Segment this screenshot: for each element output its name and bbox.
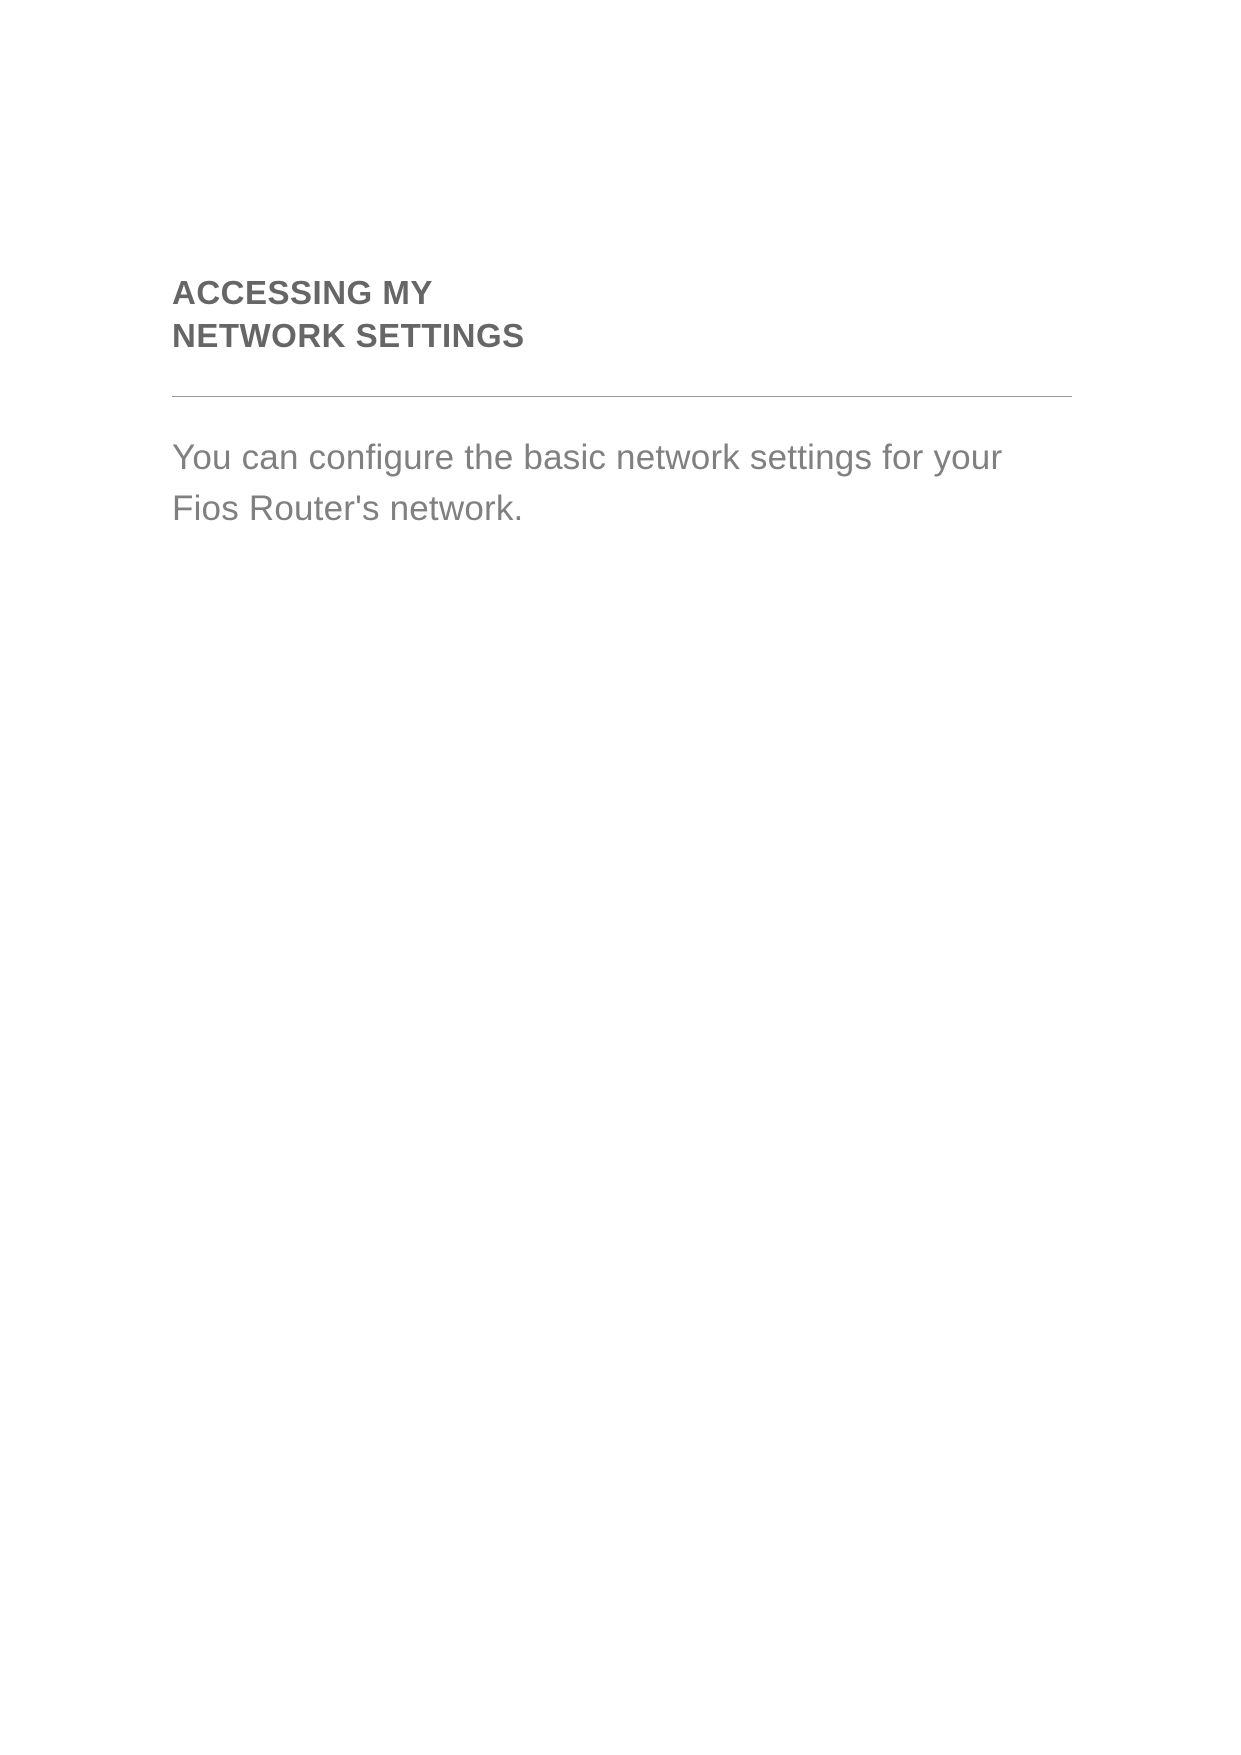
page-content: ACCESSING MY NETWORK SETTINGS You can co… <box>172 272 1072 534</box>
section-heading: ACCESSING MY NETWORK SETTINGS <box>172 272 1072 358</box>
heading-line-2: NETWORK SETTINGS <box>172 317 525 354</box>
intro-paragraph: You can configure the basic network sett… <box>172 433 1072 535</box>
heading-line-1: ACCESSING MY <box>172 274 433 311</box>
divider <box>172 396 1072 397</box>
